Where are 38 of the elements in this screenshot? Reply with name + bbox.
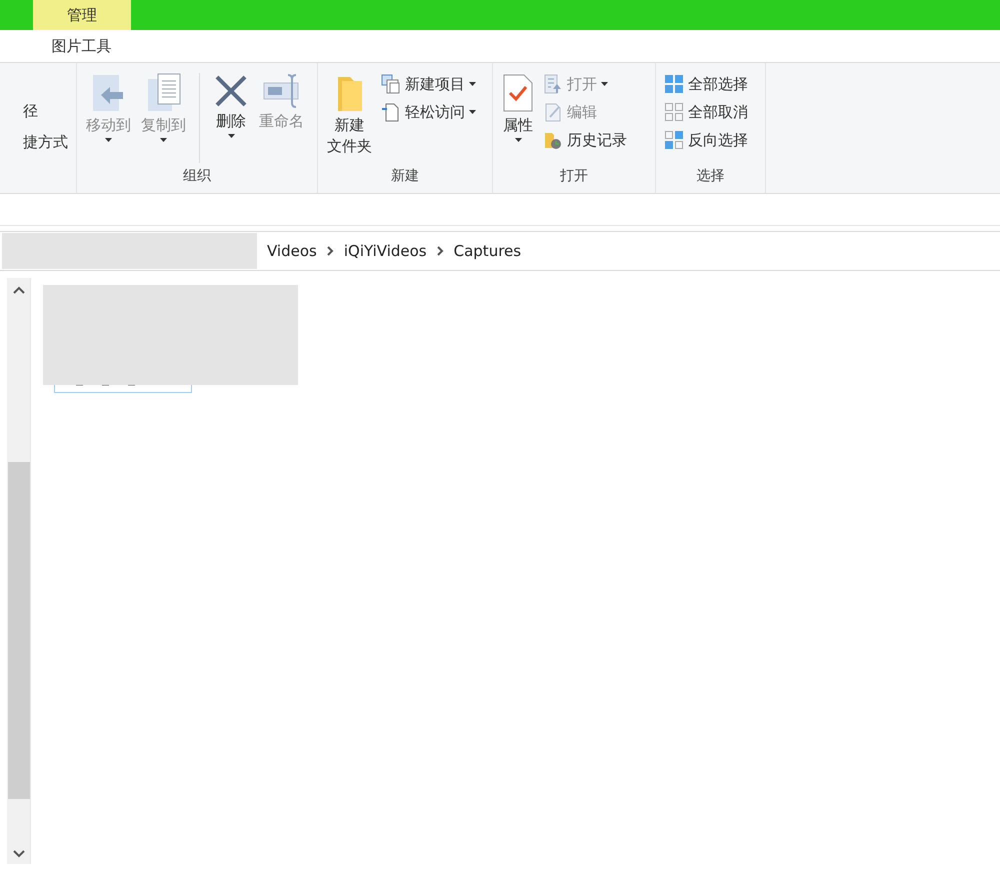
ribbon-button[interactable]: 全部选择 — [662, 71, 750, 97]
ribbon-button[interactable]: 全部取消 — [662, 99, 750, 125]
scroll-up-icon[interactable] — [12, 286, 24, 294]
history-icon — [543, 130, 563, 150]
breadcrumb-item[interactable]: Videos — [263, 242, 321, 260]
document-icon — [381, 102, 401, 122]
breadcrumb-item[interactable]: Captures — [450, 242, 526, 260]
ribbon-button[interactable]: 轻松访问 — [379, 99, 478, 125]
group-label: 组织 — [182, 167, 212, 186]
chevron-right-icon — [326, 246, 334, 256]
ribbon-button[interactable]: 捷方式 — [21, 130, 70, 155]
context-tab-group-label: 管理 — [33, 0, 131, 30]
ribbon-button[interactable]: 反向选择 — [662, 127, 750, 153]
chevron-right-icon — [436, 246, 444, 256]
close-icon — [213, 73, 249, 109]
ribbon-button[interactable]: 属性 — [499, 69, 537, 146]
scrollbar[interactable] — [7, 278, 31, 864]
breadcrumb-item[interactable]: iQiYiVideos — [340, 242, 431, 260]
group-label: 新建 — [390, 167, 420, 186]
ribbon-button[interactable]: 历史记录 — [541, 127, 629, 153]
ribbon-button[interactable]: 径 — [21, 99, 70, 124]
new-item-icon — [381, 74, 401, 94]
copy-icon — [146, 73, 182, 113]
group-label: 打开 — [559, 167, 589, 186]
scroll-down-icon[interactable] — [12, 850, 24, 858]
select-all-icon — [664, 74, 684, 94]
properties-icon — [502, 73, 534, 113]
edit-icon — [543, 102, 563, 122]
rename-icon — [262, 73, 302, 109]
invert-selection-icon — [664, 130, 684, 150]
scrollbar-thumb[interactable] — [8, 462, 30, 799]
group-label: 选择 — [696, 167, 726, 186]
file-item-outline[interactable] — [54, 383, 192, 393]
open-icon — [543, 74, 563, 94]
ribbon-button[interactable]: 删除 — [210, 69, 252, 142]
ribbon-button[interactable]: 新建项目 — [379, 71, 478, 97]
ribbon-button[interactable]: 新建 文件夹 — [324, 69, 375, 161]
select-none-icon — [664, 102, 684, 122]
